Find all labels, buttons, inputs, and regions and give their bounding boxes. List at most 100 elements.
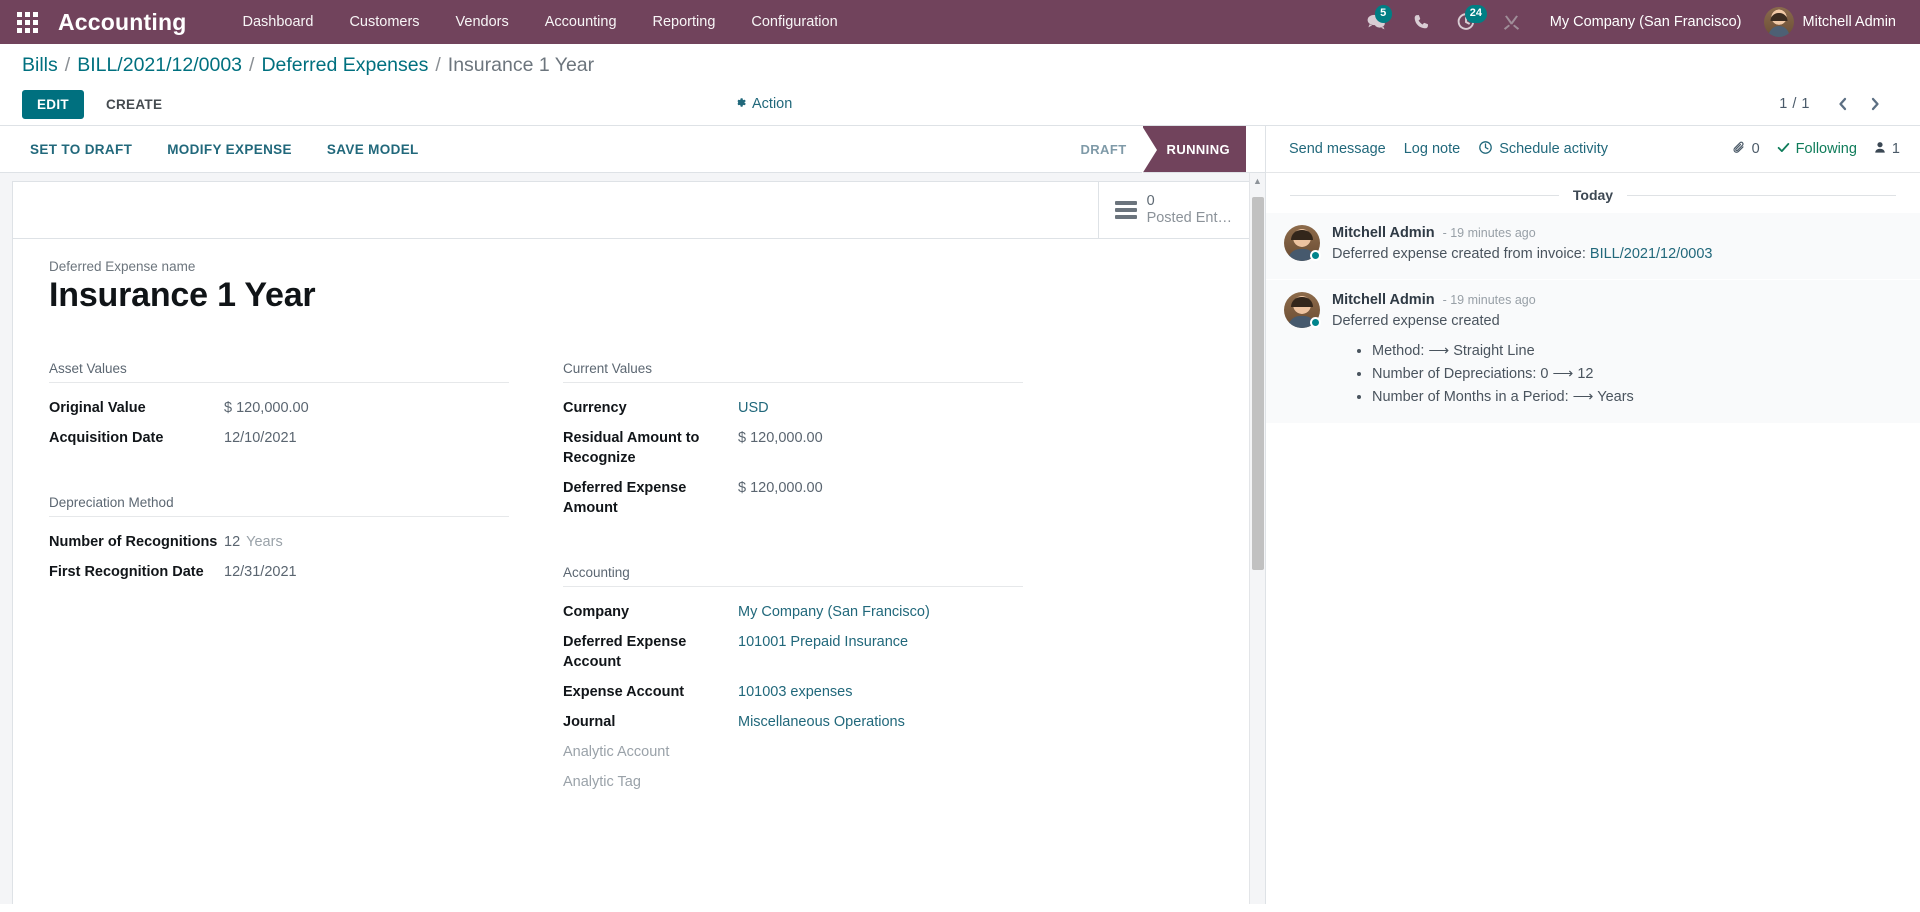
field-value[interactable]: 101001 Prepaid Insurance [738,627,1023,677]
group-current-values: Current Values Currency USD Residual Amo… [563,361,1023,523]
field-label: Currency [563,400,627,416]
field-value[interactable]: $ 120,000.00 [224,393,509,423]
status-state-running[interactable]: RUNNING [1141,126,1246,174]
message-author: Mitchell Admin [1332,225,1435,241]
menu-item-vendors[interactable]: Vendors [438,3,527,41]
main-menu: Dashboard Customers Vendors Accounting R… [225,3,856,41]
field-row-deferred-expense-account: Deferred Expense Account 101001 Prepaid … [563,627,1023,677]
record-title-value[interactable]: Insurance 1 Year [49,276,1216,315]
field-table: Currency USD Residual Amount to Recogniz… [563,393,1023,523]
field-value[interactable]: Miscellaneous Operations [738,707,1023,737]
field-value-link[interactable]: 101001 Prepaid Insurance [738,634,908,650]
field-row-residual-amount: Residual Amount to Recognize $ 120,000.0… [563,423,1023,473]
breadcrumb-item-bill-number[interactable]: BILL/2021/12/0003 [77,54,242,77]
create-button[interactable]: CREATE [92,90,176,119]
field-label: Original Value [49,400,146,416]
user-icon [1873,140,1887,159]
group-title: Current Values [563,361,1023,383]
activity-badge: 24 [1464,5,1487,23]
menu-item-configuration[interactable]: Configuration [733,3,855,41]
menu-item-reporting[interactable]: Reporting [635,3,734,41]
pager-next-button[interactable] [1861,94,1890,114]
chat-bubble-icon[interactable]: 5 [1353,5,1399,38]
field-row-analytic-tag: Analytic Tag [563,767,1023,797]
field-value[interactable] [738,737,1023,767]
breadcrumb-item-bills[interactable]: Bills [22,54,58,77]
group-title: Depreciation Method [49,495,509,517]
followers-counter[interactable]: 1 [1873,140,1900,159]
scroll-up-arrow-icon[interactable]: ▲ [1250,173,1265,189]
following-toggle[interactable]: Following [1776,140,1857,159]
user-menu[interactable]: Mitchell Admin [1758,2,1904,42]
top-navbar: Accounting Dashboard Customers Vendors A… [0,0,1920,44]
field-value-link[interactable]: 101003 expenses [738,684,853,700]
field-value[interactable] [738,767,1023,797]
field-table: Company My Company (San Francisco) Defer… [563,597,1023,797]
scrollbar-thumb[interactable] [1252,197,1264,570]
edit-button[interactable]: EDIT [22,89,84,119]
action-menu-button[interactable]: Action [726,90,800,119]
field-value[interactable]: My Company (San Francisco) [738,597,1023,627]
posted-entries-label: Posted Ent… [1146,210,1232,226]
message-tracking-list: Method: ⟶ Straight Line Number of Deprec… [1332,340,1896,409]
company-switcher[interactable]: My Company (San Francisco) [1534,4,1758,40]
log-note-button[interactable]: Log note [1395,135,1469,163]
field-value-link[interactable]: Miscellaneous Operations [738,714,905,730]
form-pane: SET TO DRAFT MODIFY EXPENSE SAVE MODEL D… [0,126,1265,904]
breadcrumb-item-deferred-expenses[interactable]: Deferred Expenses [261,54,428,77]
field-label: Analytic Account [563,744,670,760]
field-value[interactable]: 12/31/2021 [224,557,509,587]
breadcrumb-item-current: Insurance 1 Year [447,54,595,76]
chatter-panel: Send message Log note Schedule activity [1265,126,1920,904]
apps-grid-icon[interactable] [10,5,44,39]
posted-entries-smart-button[interactable]: 0 Posted Ent… [1097,182,1252,238]
message-timestamp: - 19 minutes ago [1442,226,1536,240]
field-value-unit: Years [246,534,283,550]
followers-count: 1 [1891,141,1900,157]
control-panel-left: EDIT CREATE [22,89,176,119]
field-row-acquisition-date: Acquisition Date 12/10/2021 [49,423,509,453]
save-model-button[interactable]: SAVE MODEL [314,134,432,165]
app-brand-title[interactable]: Accounting [58,9,187,36]
pager-previous-button[interactable] [1828,94,1857,114]
attachment-counter[interactable]: 0 [1732,140,1760,159]
avatar-hair [1291,297,1313,308]
field-label: Expense Account [563,684,685,700]
field-value[interactable]: USD [738,393,1023,423]
messages-badge: 5 [1374,5,1392,23]
schedule-activity-button[interactable]: Schedule activity [1469,134,1617,165]
field-label: Analytic Tag [563,774,641,790]
menu-item-accounting[interactable]: Accounting [527,3,635,41]
form-vertical-scrollbar[interactable]: ▲ [1249,173,1265,904]
field-value[interactable]: 12 Years [224,527,509,557]
smart-button-text: 0 Posted Ent… [1147,193,1232,226]
date-separator: Today [1266,173,1920,213]
menu-item-dashboard[interactable]: Dashboard [225,3,332,41]
message-header: Mitchell Admin - 19 minutes ago [1332,225,1896,241]
field-value-link[interactable]: My Company (San Francisco) [738,604,930,620]
message-text: Deferred expense created from invoice: B… [1332,244,1896,265]
bars-list-icon [1114,201,1137,219]
field-value[interactable]: 101003 expenses [738,677,1023,707]
form-column-right: Current Values Currency USD Residual Amo… [563,361,1023,839]
date-separator-label: Today [1572,187,1614,203]
phone-icon[interactable] [1399,7,1443,37]
field-table: Number of Recognitions 12 Years First Rec… [49,527,509,587]
field-value[interactable]: $ 120,000.00 [738,473,1023,523]
set-to-draft-button[interactable]: SET TO DRAFT [17,134,145,165]
wrench-tools-icon[interactable] [1489,7,1534,38]
field-value[interactable]: 12/10/2021 [224,423,509,453]
modify-expense-button[interactable]: MODIFY EXPENSE [154,134,305,165]
menu-item-customers[interactable]: Customers [331,3,437,41]
field-value-link[interactable]: USD [738,400,769,416]
field-label: Acquisition Date [49,430,164,446]
field-value[interactable]: $ 120,000.00 [738,423,1023,473]
status-state-draft[interactable]: DRAFT [1056,126,1142,172]
paperclip-icon [1732,140,1747,159]
clock-activity-icon[interactable]: 24 [1443,5,1489,38]
breadcrumb-separator: / [249,54,255,76]
smart-button-box: 0 Posted Ent… [13,182,1252,239]
field-row-journal: Journal Miscellaneous Operations [563,707,1023,737]
message-record-link[interactable]: BILL/2021/12/0003 [1590,246,1713,262]
send-message-button[interactable]: Send message [1280,135,1395,163]
